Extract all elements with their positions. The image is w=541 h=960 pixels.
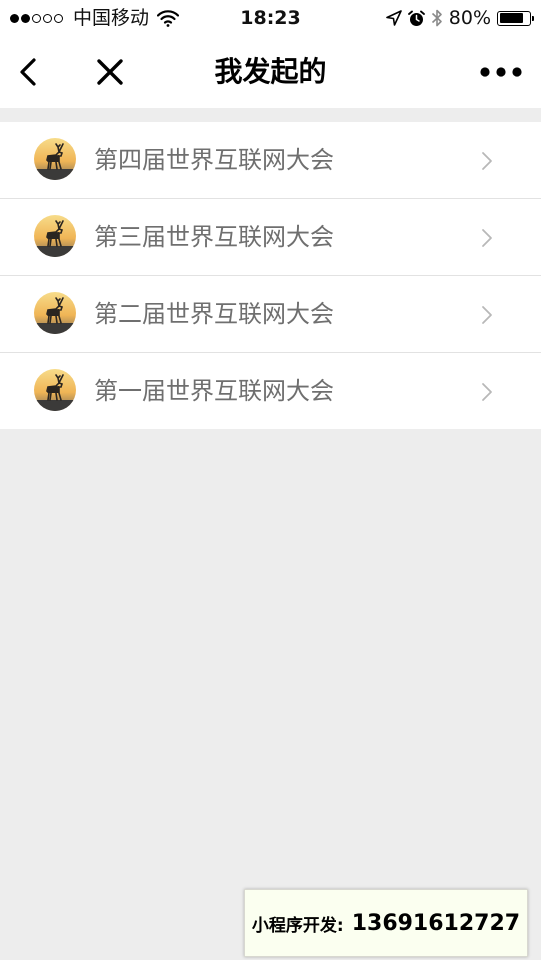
list-item-label: 第二届世界互联网大会 [94,300,334,328]
bluetooth-icon [431,9,442,27]
chevron-right-icon [482,229,492,247]
deer-avatar-icon [34,369,76,411]
nav-bar: 我发起的 [0,36,541,108]
alarm-icon [407,10,425,26]
list-item-label: 第一届世界互联网大会 [94,377,334,405]
list-item-label: 第四届世界互联网大会 [94,146,334,174]
promo-phone: 13691612727 [351,910,521,936]
page-title: 我发起的 [214,55,327,88]
status-bar: 中国移动 18:23 80% [0,0,541,36]
list-item[interactable]: 第四届世界互联网大会 [0,122,541,199]
promo-banner: 小程序开发: 13691612727 [244,889,528,957]
list-item[interactable]: 第三届世界互联网大会 [0,199,541,276]
list-item[interactable]: 第二届世界互联网大会 [0,276,541,353]
chevron-right-icon [482,306,492,324]
more-dots-icon[interactable] [479,58,523,86]
status-right: 80% [380,0,534,36]
chevron-right-icon [482,383,492,401]
deer-avatar-icon [34,138,76,180]
battery-percent: 80% [448,7,491,29]
list-item-label: 第三届世界互联网大会 [94,223,334,251]
battery-icon [497,10,534,26]
location-icon [385,10,402,26]
list-item[interactable]: 第一届世界互联网大会 [0,353,541,429]
battery-level [499,13,523,23]
chevron-right-icon [482,152,492,170]
deer-avatar-icon [34,215,76,257]
deer-avatar-icon [34,292,76,334]
conference-list: 第四届世界互联网大会 第三届世界互联网大会 第二届世界互联网大会 第一届世界互联网大会 [0,122,541,429]
promo-label: 小程序开发: [251,915,344,936]
